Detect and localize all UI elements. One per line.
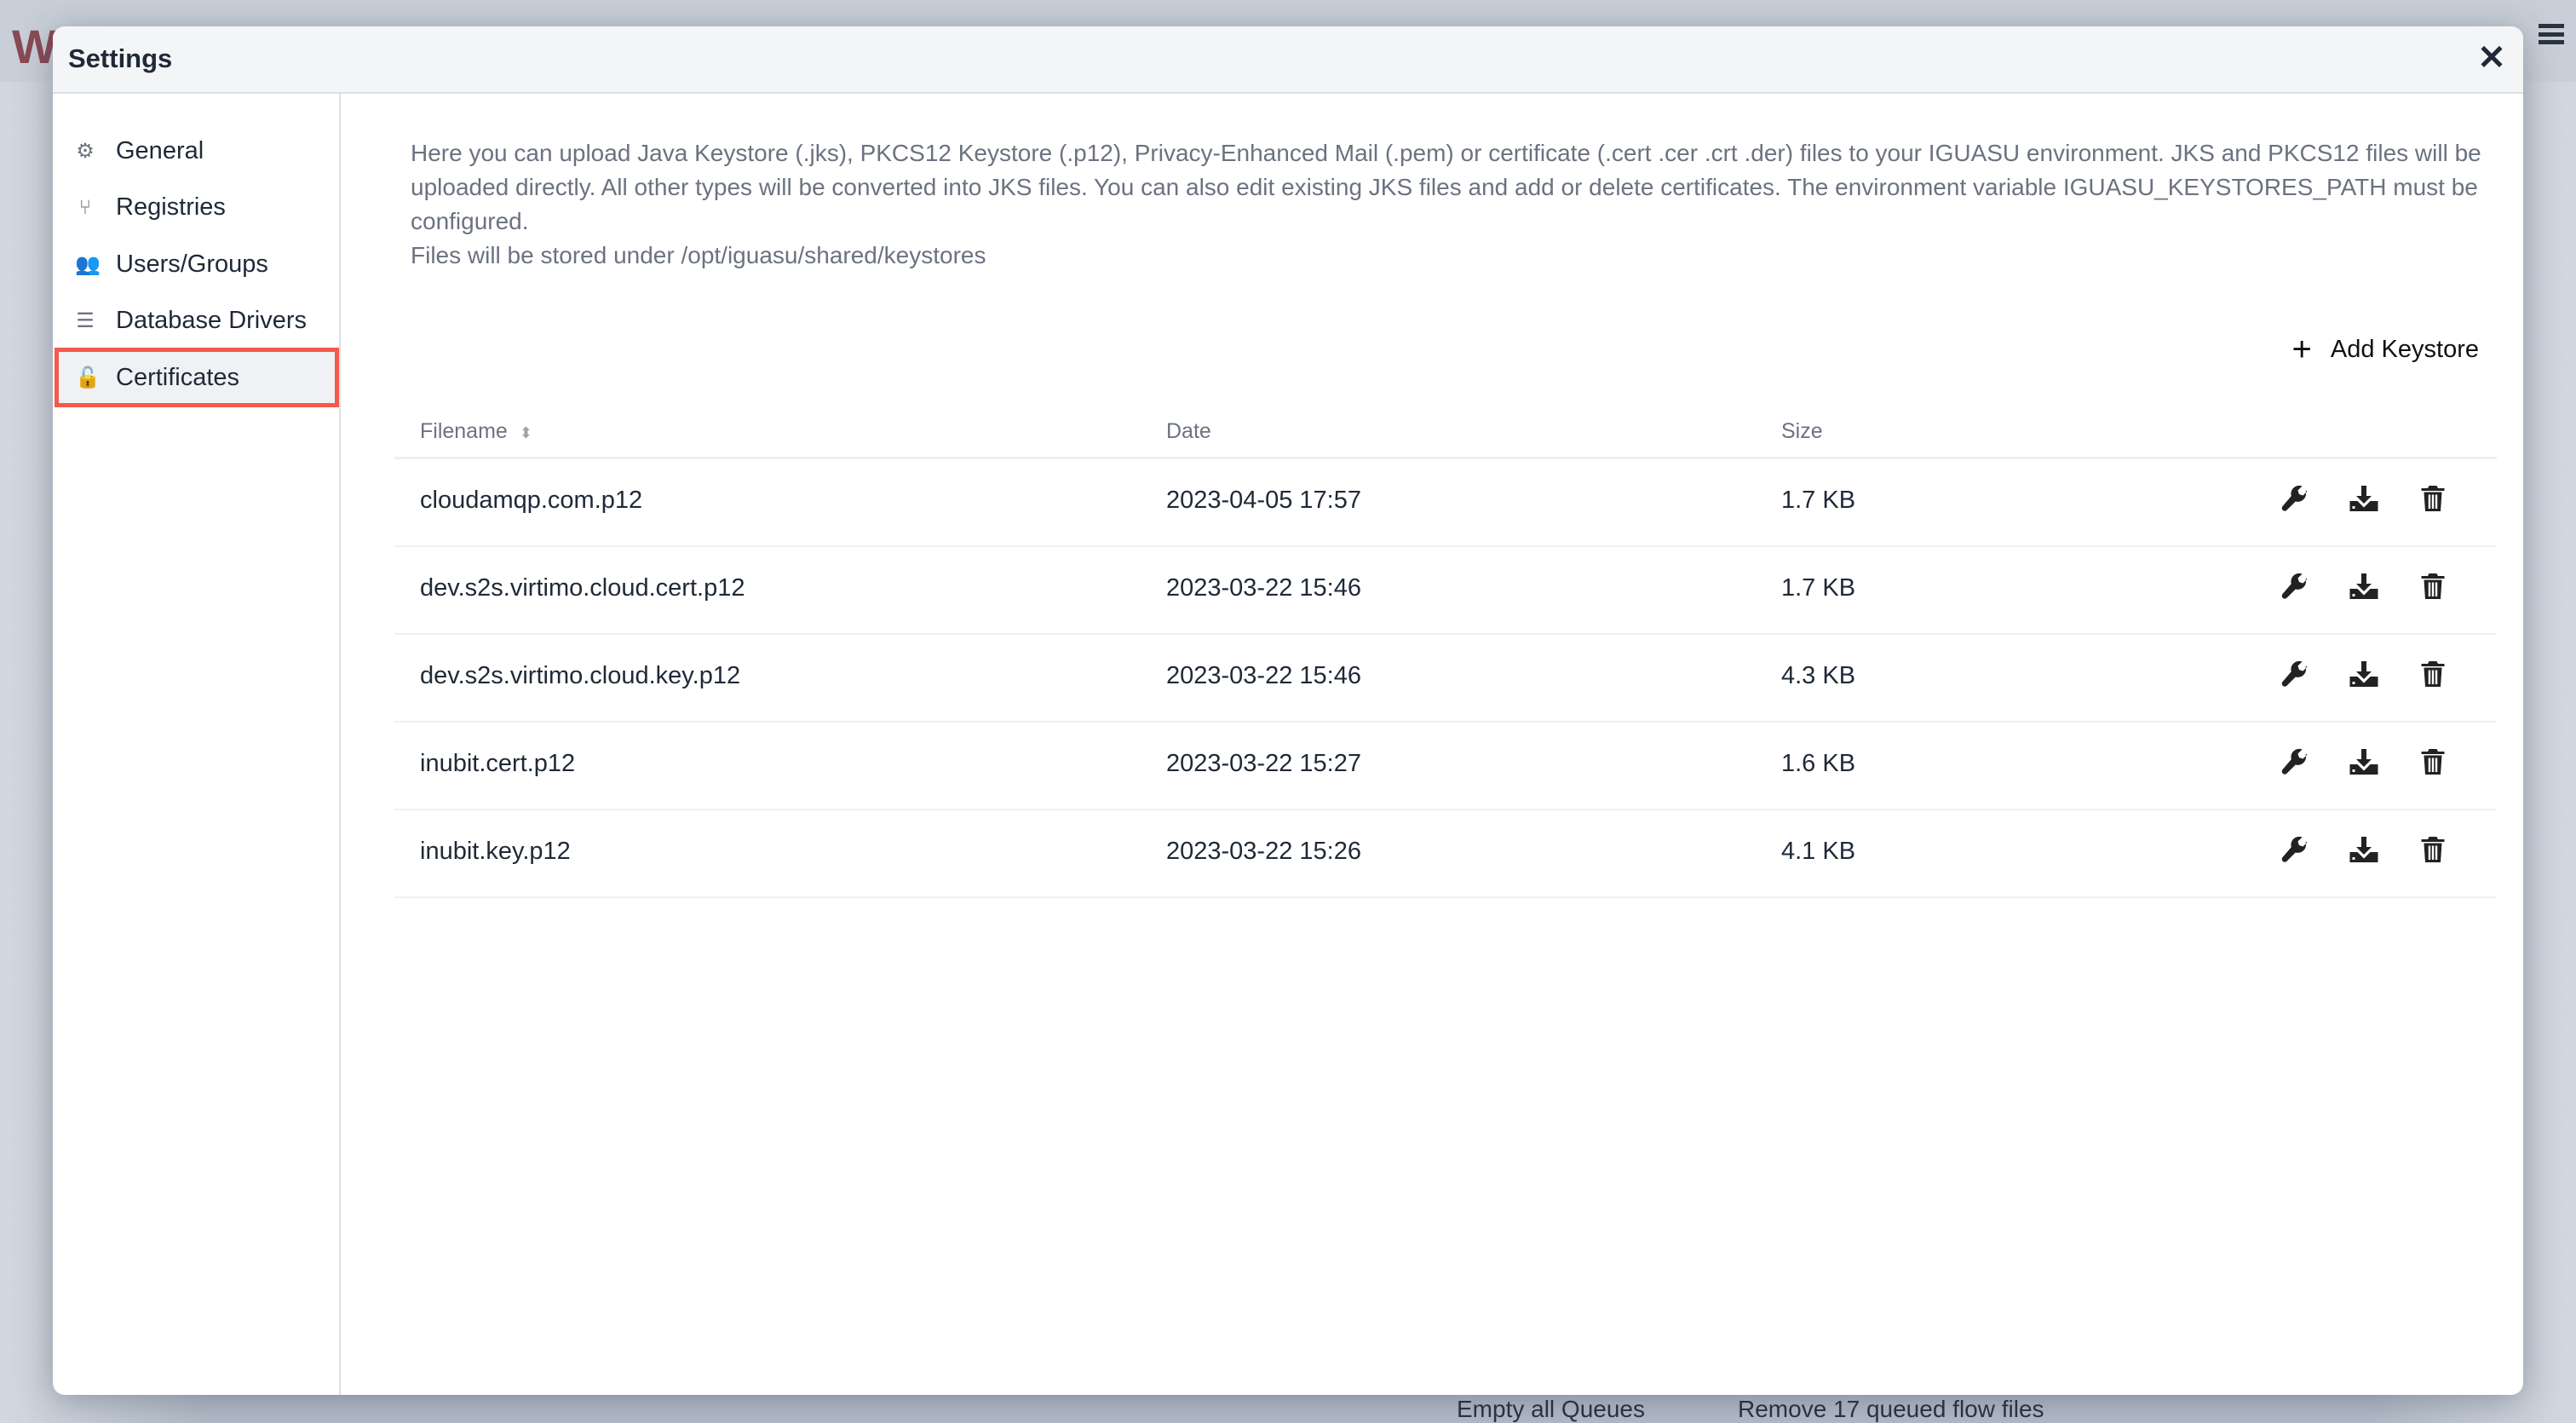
settings-modal: Settings ✕ ⚙ General ⑂ Registries 👥 User… <box>53 26 2523 1395</box>
size-cell: 4.3 KB <box>1781 662 1856 689</box>
date-cell: 2023-03-22 15:46 <box>1166 574 1361 602</box>
trash-icon[interactable] <box>2418 659 2452 693</box>
remove-flow-files-link[interactable]: Remove 17 queued flow files <box>1738 1396 2044 1423</box>
add-keystore-button[interactable]: + Add Keystore <box>2292 332 2479 366</box>
modal-title: Settings <box>68 43 173 73</box>
wrench-icon[interactable] <box>2280 483 2314 517</box>
gear-icon: ⚙ <box>76 139 95 163</box>
sidebar-item-label: Certificates <box>116 363 240 391</box>
date-cell: 2023-03-22 15:27 <box>1166 750 1361 777</box>
trash-icon[interactable] <box>2418 483 2452 517</box>
filename-cell: dev.s2s.virtimo.cloud.key.p12 <box>420 662 741 689</box>
column-date: Date <box>1166 419 1211 443</box>
table-header: Filename ⬍ Date Size <box>394 409 2497 459</box>
settings-sidebar: ⚙ General ⑂ Registries 👥 Users/Groups ☰ … <box>53 94 341 1395</box>
table-row: dev.s2s.virtimo.cloud.key.p12 2023-03-22 … <box>394 635 2497 723</box>
size-cell: 1.6 KB <box>1781 750 1856 777</box>
filename-cell: inubit.key.p12 <box>420 838 571 865</box>
add-keystore-label: Add Keystore <box>2330 335 2479 363</box>
date-cell: 2023-04-05 17:57 <box>1166 487 1361 514</box>
sidebar-item-label: Users/Groups <box>116 250 268 278</box>
wrench-icon[interactable] <box>2280 746 2314 781</box>
plus-icon: + <box>2291 331 2312 368</box>
users-icon: 👥 <box>75 252 101 276</box>
trash-icon[interactable] <box>2418 746 2452 781</box>
database-icon: ☰ <box>76 309 95 332</box>
size-cell: 1.7 KB <box>1781 574 1856 602</box>
download-icon[interactable] <box>2349 483 2383 517</box>
close-icon[interactable]: ✕ <box>2472 38 2511 78</box>
trash-icon[interactable] <box>2418 571 2452 605</box>
wrench-icon[interactable] <box>2280 571 2314 605</box>
wrench-icon[interactable] <box>2280 659 2314 693</box>
download-icon[interactable] <box>2349 571 2383 605</box>
modal-header: Settings ✕ <box>53 26 2523 94</box>
sidebar-item-certificates[interactable]: 🔓 Certificates <box>55 348 339 407</box>
date-cell: 2023-03-22 15:46 <box>1166 662 1361 689</box>
table-row: dev.s2s.virtimo.cloud.cert.p12 2023-03-22… <box>394 547 2497 635</box>
download-icon[interactable] <box>2349 746 2383 781</box>
storage-note: Files will be stored under /opt/iguasu/s… <box>411 242 986 268</box>
filename-cell: inubit.cert.p12 <box>420 750 576 777</box>
trash-icon[interactable] <box>2418 834 2452 868</box>
table-row: inubit.cert.p12 2023-03-22 15:27 1.6 KB <box>394 723 2497 810</box>
keystore-table: Filename ⬍ Date Size cloudamqp.com.p12 202… <box>394 409 2497 898</box>
filename-cell: cloudamqp.com.p12 <box>420 487 643 514</box>
sidebar-item-label: Database Drivers <box>116 307 308 334</box>
unlock-icon: 🔓 <box>75 366 101 389</box>
wrench-icon[interactable] <box>2280 834 2314 868</box>
filename-cell: dev.s2s.virtimo.cloud.cert.p12 <box>420 574 745 602</box>
sidebar-item-label: Registries <box>116 193 226 221</box>
sidebar-item-users-groups[interactable]: 👥 Users/Groups <box>56 236 337 292</box>
sidebar-item-registries[interactable]: ⑂ Registries <box>56 180 337 236</box>
sidebar-item-database-drivers[interactable]: ☰ Database Drivers <box>56 293 337 349</box>
column-label: Filename <box>420 419 508 443</box>
table-row: inubit.key.p12 2023-03-22 15:26 4.1 KB <box>394 810 2497 898</box>
code-branch-icon: ⑂ <box>78 195 92 219</box>
download-icon[interactable] <box>2349 834 2383 868</box>
description: Here you can upload Java Keystore (.jks)… <box>411 136 2489 273</box>
description-text: Here you can upload Java Keystore (.jks)… <box>411 140 2481 234</box>
column-size: Size <box>1781 419 1823 443</box>
table-row: cloudamqp.com.p12 2023-04-05 17:57 1.7 KB <box>394 459 2497 547</box>
date-cell: 2023-03-22 15:26 <box>1166 838 1361 865</box>
sidebar-item-general[interactable]: ⚙ General <box>56 123 337 179</box>
size-cell: 1.7 KB <box>1781 487 1856 514</box>
certificates-panel: Here you can upload Java Keystore (.jks)… <box>341 94 2523 1395</box>
size-cell: 4.1 KB <box>1781 838 1856 865</box>
download-icon[interactable] <box>2349 659 2383 693</box>
sidebar-item-label: General <box>116 136 204 164</box>
hamburger-menu-icon[interactable] <box>2539 24 2564 44</box>
sort-icon[interactable]: ⬍ <box>520 424 532 441</box>
column-filename[interactable]: Filename ⬍ <box>420 419 532 444</box>
empty-queues-link[interactable]: Empty all Queues <box>1457 1396 1645 1423</box>
